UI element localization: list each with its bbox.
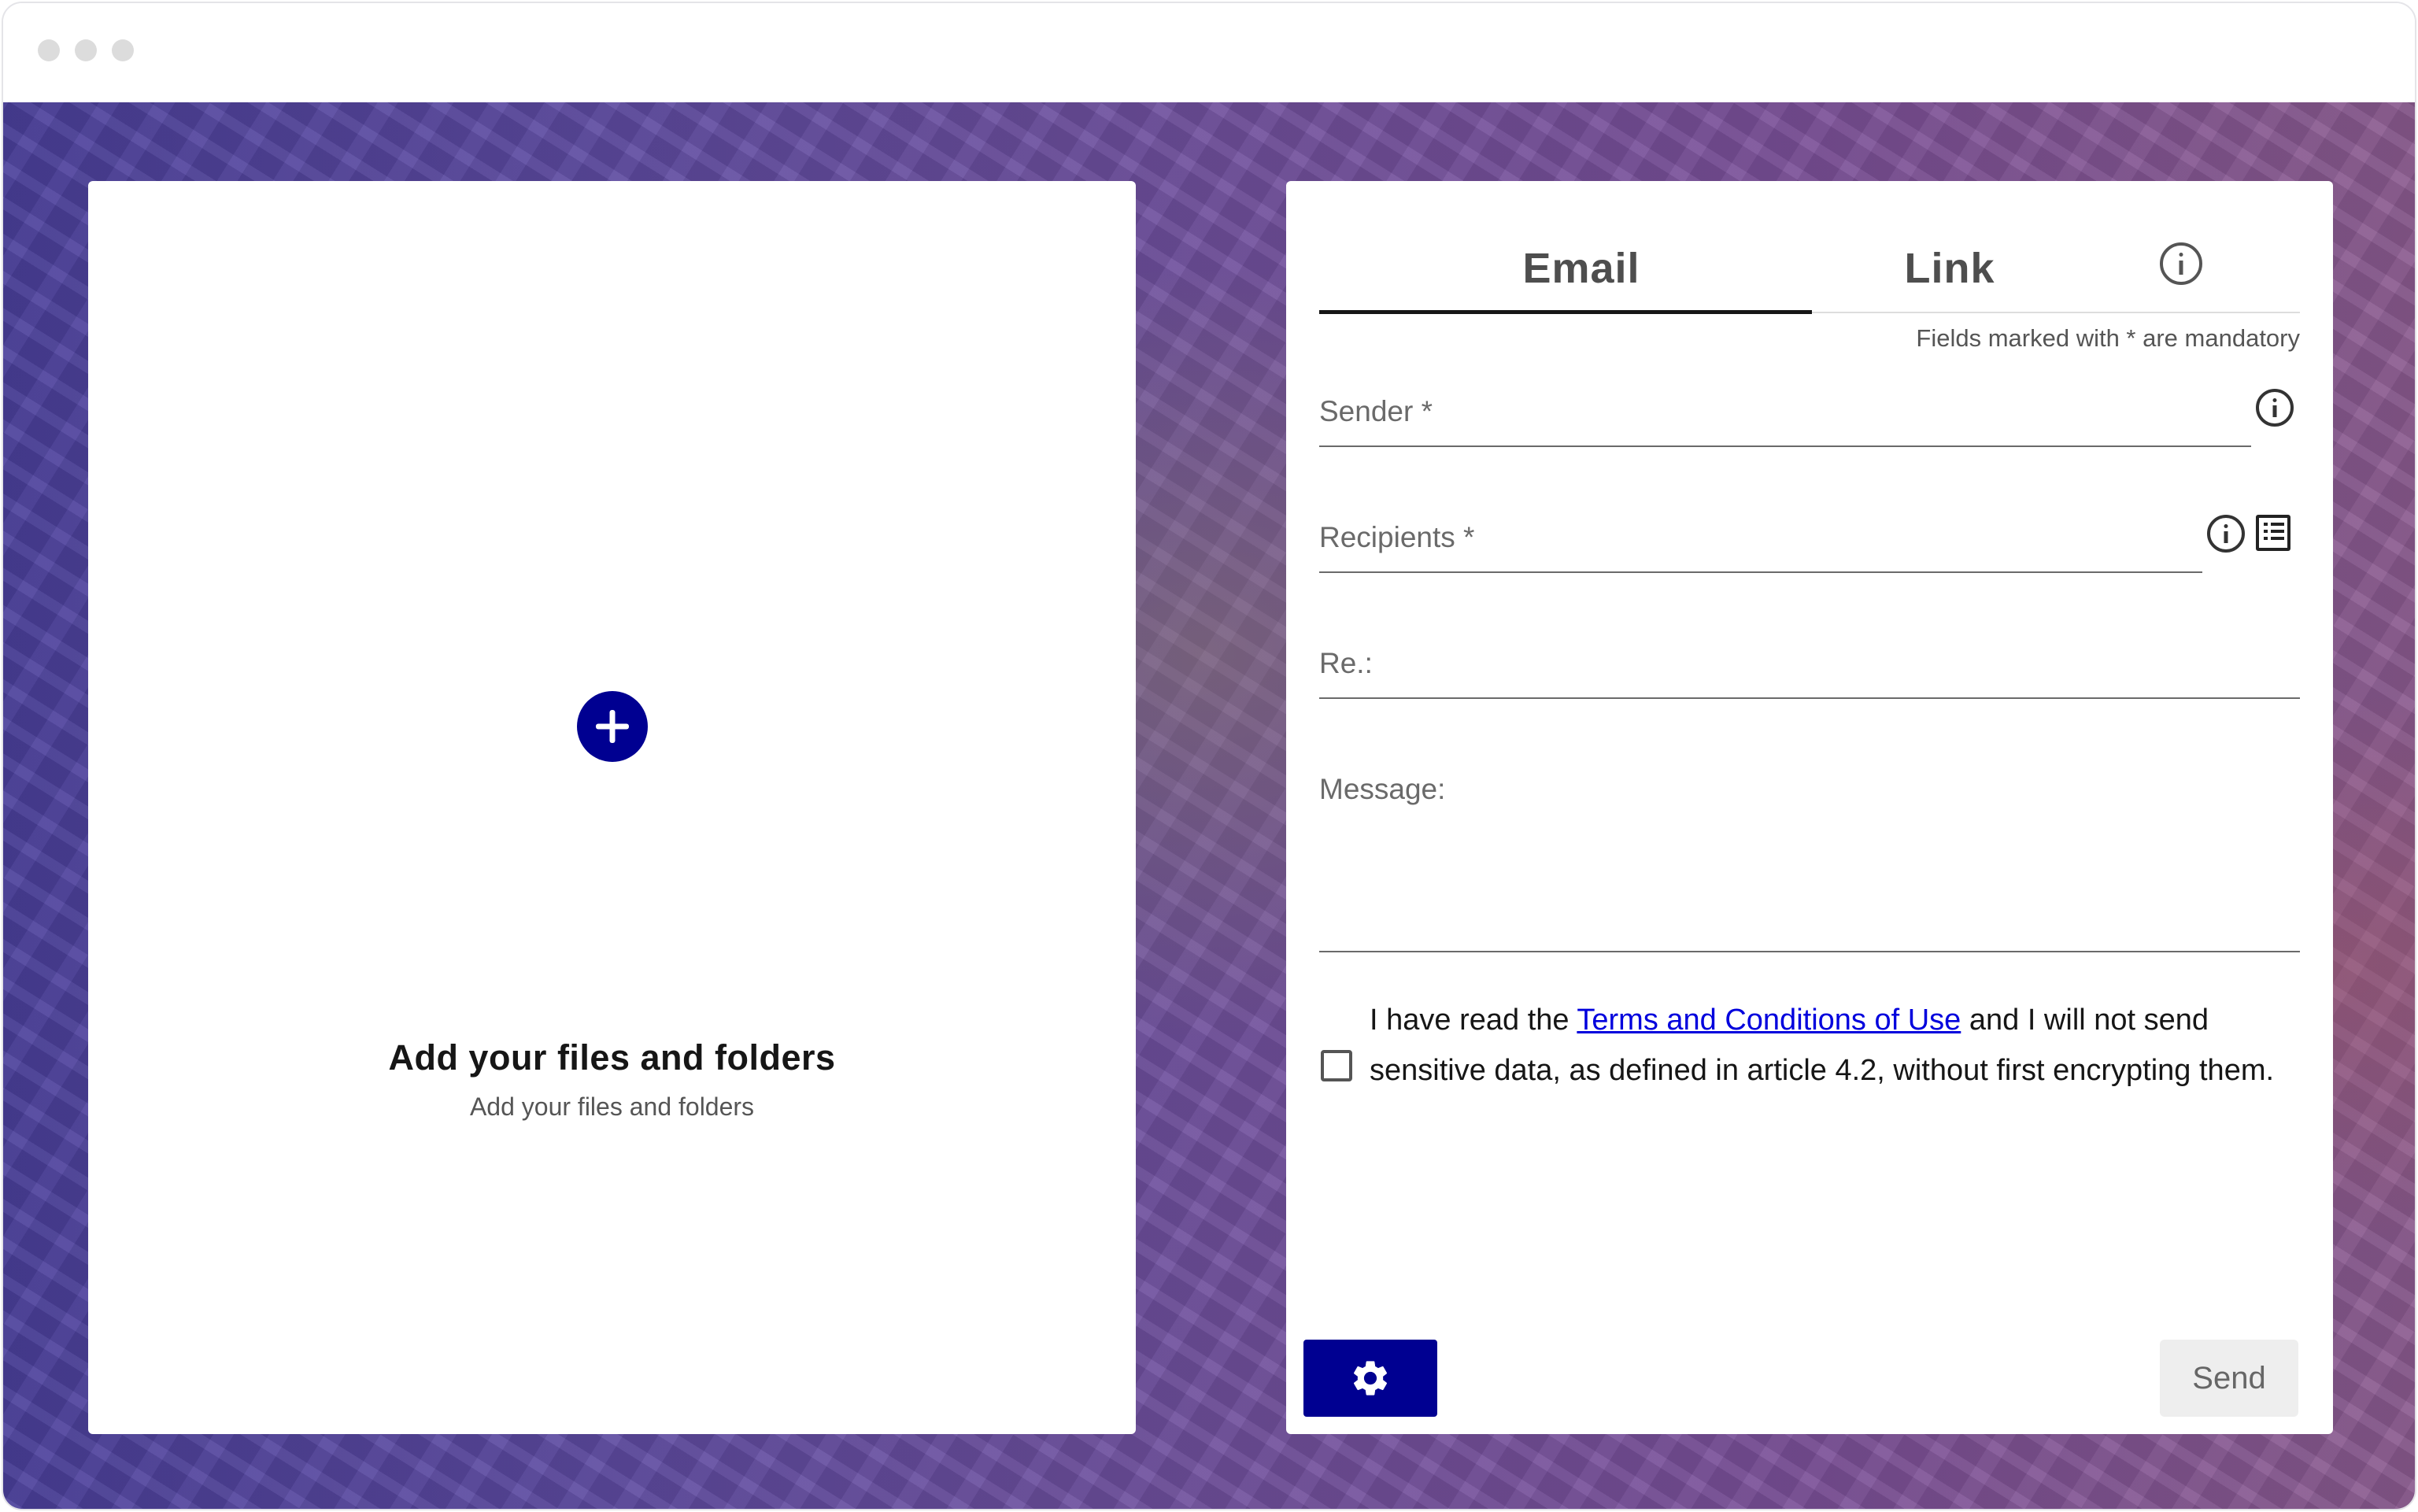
terms-text: I have read the Terms and Conditions of … [1370, 995, 2290, 1096]
subject-underline [1319, 697, 2300, 699]
terms-link[interactable]: Terms and Conditions of Use [1577, 1004, 1961, 1037]
info-icon[interactable] [2160, 242, 2202, 285]
mandatory-note: Fields marked with * are mandatory [1916, 324, 2300, 352]
send-button[interactable]: Send [2160, 1340, 2298, 1417]
tab-link[interactable]: Link [1828, 244, 2072, 301]
tab-active-indicator [1319, 310, 1812, 314]
terms-text-before: I have read the [1370, 1004, 1577, 1037]
sender-field[interactable]: Sender * [1319, 395, 1433, 428]
upload-title: Add your files and folders [388, 1037, 836, 1078]
transfer-form-panel: Email Link Fields marked with * are mand… [1286, 181, 2333, 1434]
upload-panel[interactable]: Add your files and folders Add your file… [88, 181, 1136, 1434]
window-control-maximize[interactable] [112, 39, 134, 61]
recipients-underline [1319, 571, 2202, 573]
add-files-button[interactable] [577, 691, 648, 762]
recipients-info-icon[interactable] [2207, 515, 2245, 553]
message-field[interactable]: Message: [1319, 773, 1445, 806]
message-underline [1319, 951, 2300, 952]
gear-icon [1353, 1361, 1388, 1396]
subject-field[interactable]: Re.: [1319, 647, 1373, 680]
upload-subtitle: Add your files and folders [469, 1092, 755, 1121]
recipients-field[interactable]: Recipients * [1319, 521, 1474, 554]
sender-underline [1319, 445, 2251, 447]
browser-window: Add your files and folders Add your file… [2, 2, 2416, 1510]
sender-info-icon[interactable] [2256, 389, 2294, 427]
list-icon[interactable] [2256, 515, 2290, 551]
tab-email[interactable]: Email [1335, 244, 1828, 301]
terms-checkbox[interactable] [1321, 1050, 1352, 1081]
window-control-minimize[interactable] [75, 39, 97, 61]
settings-button[interactable] [1303, 1340, 1437, 1417]
title-bar [3, 3, 2415, 102]
window-control-close[interactable] [38, 39, 60, 61]
background-image: Add your files and folders Add your file… [3, 102, 2415, 1509]
